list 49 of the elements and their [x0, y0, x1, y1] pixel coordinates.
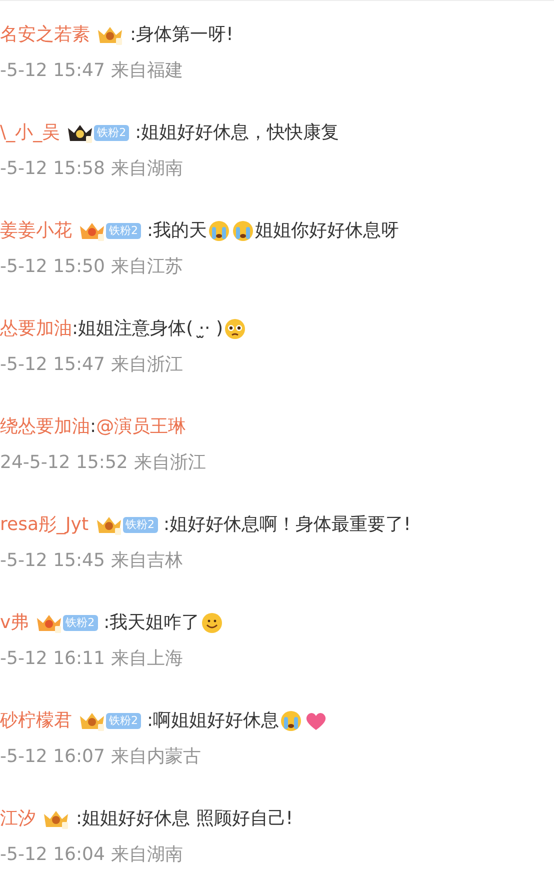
user-name[interactable]: 姜姜小花 [0, 219, 72, 243]
comment-time: -5-12 16:11 [0, 647, 105, 671]
comment-text: :姐姐好好休息 照顾好自己! [76, 807, 294, 831]
heart-icon [304, 710, 328, 732]
comment-location: 来自浙江 [110, 353, 183, 377]
comment-time: -5-12 16:04 [0, 843, 105, 867]
fan-badge: 铁粉2 [106, 223, 141, 239]
comment-text: :姐姐好好休息，快快康复 [135, 121, 340, 145]
user-name[interactable]: v弗 [0, 611, 29, 635]
smiling-face-icon [200, 612, 223, 634]
comment-text: :我的天 [147, 219, 208, 243]
fan-badge: 铁粉2 [62, 615, 98, 631]
user-name[interactable]: 江汐 [0, 807, 36, 831]
comment-time: -5-12 15:47 [0, 59, 105, 83]
user-name[interactable]: resa彤_Jyt [0, 513, 89, 537]
user-name[interactable]: 绕怂要加油 [0, 415, 90, 439]
crying-face-icon [280, 710, 302, 732]
comment-time: -5-12 15:50 [0, 255, 105, 279]
comment-location: 来自福建 [110, 59, 183, 83]
comment-location: 来自浙江 [134, 451, 206, 475]
user-name[interactable]: 名安之若素 [0, 23, 90, 47]
crying-face-icon [232, 220, 254, 242]
mention-link[interactable]: @演员王琳 [96, 415, 186, 439]
comment-time: -5-12 16:07 [0, 745, 105, 769]
comment-location: 来自吉林 [110, 549, 183, 573]
comment-text: :姐好好休息啊！身体最重要了! [164, 513, 411, 537]
comment-text: :姐姐注意身体( ·̫· ) [72, 317, 223, 341]
comment-text: : [90, 415, 96, 439]
comment-time: -5-12 15:58 [0, 157, 105, 181]
crying-face-icon [208, 220, 230, 242]
comment-location: 来自内蒙古 [110, 745, 201, 769]
comment-time: -5-12 15:45 [0, 549, 105, 573]
comment-time: -5-12 15:47 [0, 353, 105, 377]
comment-text: 姐姐你好好休息呀 [255, 219, 400, 243]
comment-location: 来自湖南 [110, 157, 183, 181]
comment-text: :身体第一呀! [130, 23, 234, 47]
user-name[interactable]: \_小_吴 [0, 121, 60, 145]
comment-time: 24-5-12 15:52 [0, 451, 128, 475]
pleading-face-icon [224, 318, 246, 340]
fan-badge: 铁粉2 [122, 517, 158, 533]
user-name[interactable]: 怂要加油 [0, 317, 72, 341]
comment-location: 来自上海 [110, 647, 183, 671]
fan-badge: 铁粉2 [94, 125, 130, 141]
comment-location: 来自湖南 [110, 843, 183, 867]
comment-text: :我天姐咋了 [104, 611, 200, 635]
comment-text: :啊姐姐好好休息 [147, 709, 280, 733]
comment-location: 来自江苏 [110, 255, 183, 279]
fan-badge: 铁粉2 [106, 713, 141, 729]
user-name[interactable]: 砂柠檬君 [0, 709, 72, 733]
